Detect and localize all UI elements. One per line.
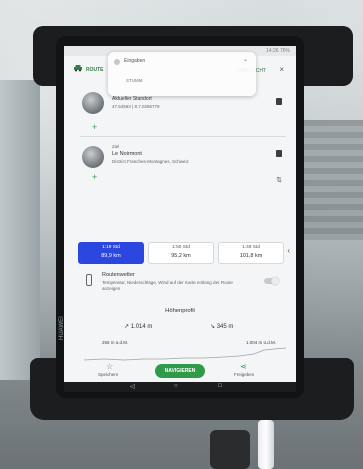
share-icon[interactable]: ⋖ [240,362,247,371]
mode-tab-car[interactable]: ROUTE [86,67,104,73]
ascent-value: ↗ 1.014 m [124,324,153,330]
route-time: 1:50 Std [172,245,190,250]
usb-cable [258,420,274,469]
status-bar-info: 14:26 76% [266,48,290,54]
close-icon[interactable]: × [279,65,284,74]
destination-icon [82,146,104,168]
descent-text: 345 m [216,324,234,330]
recents-icon[interactable]: □ [218,383,222,389]
back-icon[interactable]: ◁ [130,383,135,390]
bottom-action-bar: ☆ Speichern NAVIGIEREN ⋖ Freigeben [64,362,296,382]
route-distance: 101,8 km [239,253,263,259]
route-options: 1:19 Std 89,9 km 1:50 Std 95,2 km 1:49 S… [78,242,292,264]
dashboard-left-panel [0,80,40,380]
system-nav-bar: ◁ ○ □ [64,382,296,392]
navigate-button[interactable]: NAVIGIEREN [155,364,205,378]
route-option-3[interactable]: 1:49 Std 101,8 km [218,242,284,264]
delete-destination-icon[interactable] [276,150,282,157]
weather-toggle[interactable] [264,277,279,285]
share-button[interactable]: Freigeben [234,372,254,377]
weather-description: Temperatur, Niederschläge, Wind auf der … [102,280,233,291]
destination-row[interactable]: Ziel Le Noirmont District Franches-Monta… [64,140,296,176]
car-icon [74,65,82,72]
destination-label: Ziel [112,144,120,149]
route-time: 1:49 Std [242,245,260,250]
notification-body: STUMM [126,78,143,83]
elevation-line [83,347,287,361]
add-stop-icon[interactable]: + [92,172,97,182]
notification-title: Eingaben [124,58,146,64]
elevation-profile-title: Höhenprofil [165,308,195,314]
route-weather-row[interactable]: Routenwetter Temperatur, Niederschläge, … [64,270,296,300]
tablet-screen: 14:26 76% ROUTE ÜBERSICHT × Eingaben ⌄ S… [64,46,296,392]
destination-region: District Franches-Montagnes, Schweiz [112,159,189,164]
destination-name: Le Noirmont [112,151,142,157]
route-distance: 95,2 km [171,253,191,259]
route-option-1[interactable]: 1:19 Std 89,9 km [78,242,144,264]
descent-value: ↘ 345 m [210,324,234,330]
star-icon[interactable]: ☆ [106,362,113,371]
swap-icon[interactable]: ⇅ [276,176,282,184]
add-waypoint-icon[interactable]: + [92,122,97,132]
route-option-2[interactable]: 1:50 Std 95,2 km [148,242,214,264]
chevron-down-icon[interactable]: ⌄ [243,56,248,63]
save-button[interactable]: Speichern [98,372,118,377]
start-name: Aktueller Standort [112,96,152,102]
chevron-left-icon[interactable]: ‹ [287,246,290,255]
weather-title: Routenwetter [102,272,135,278]
route-time: 1:19 Std [102,245,120,250]
delete-start-icon[interactable] [276,98,282,105]
start-point-row[interactable]: Aktueller Standort 47.54563 | 8.7.028677… [64,88,296,122]
home-icon[interactable]: ○ [174,383,178,389]
route-distance: 89,9 km [101,253,121,259]
divider [80,136,286,137]
thermometer-icon [86,274,92,286]
start-coords: 47.54563 | 8.7.0286779 [112,104,160,109]
start-location-icon [82,92,104,114]
charger-plug [210,430,250,469]
ascent-text: 1.014 m [130,324,153,330]
notification-app-icon [114,59,120,65]
